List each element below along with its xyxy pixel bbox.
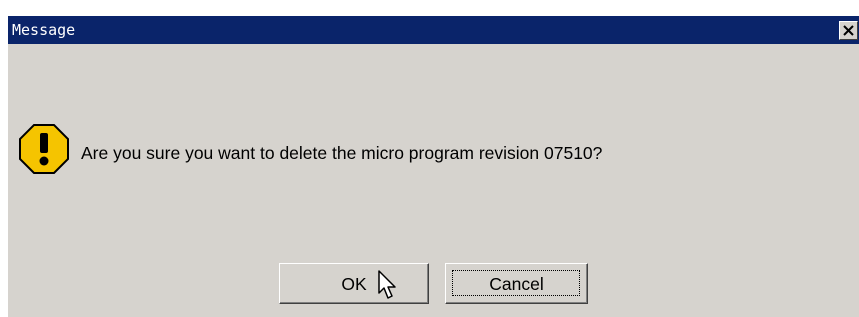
dialog-title: Message xyxy=(12,21,76,39)
confirmation-message: Are you sure you want to delete the micr… xyxy=(81,143,603,163)
mouse-pointer-icon xyxy=(378,270,396,299)
ok-button[interactable]: OK xyxy=(279,263,429,304)
cancel-button-label: Cancel xyxy=(489,274,544,294)
warning-icon xyxy=(19,124,69,174)
title-bar[interactable]: Message xyxy=(8,16,859,44)
message-dialog: Message Are you sure you want to delete … xyxy=(7,15,859,317)
close-button[interactable] xyxy=(839,21,858,40)
close-icon xyxy=(843,25,854,36)
cancel-button[interactable]: Cancel xyxy=(445,263,588,304)
